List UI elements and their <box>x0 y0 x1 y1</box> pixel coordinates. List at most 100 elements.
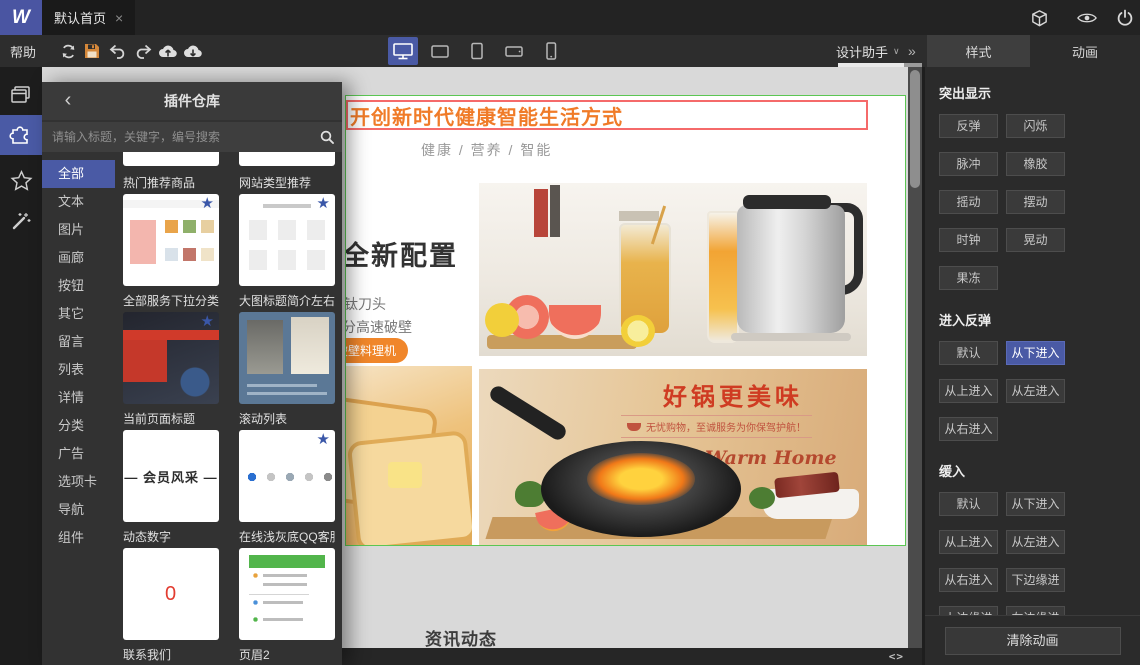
publish-cube-icon[interactable] <box>1028 8 1050 28</box>
plugin-card-thumb[interactable]: — 会员风采 — <box>123 430 219 522</box>
help-menu[interactable]: 帮助 <box>10 35 36 67</box>
animation-option-button[interactable]: 默认 <box>939 341 998 365</box>
animation-option-button[interactable]: 反弹 <box>939 114 998 138</box>
wok-banner-image[interactable]: 好锅更美味 无忧购物，至诚服务为你保驾护航！ Warm Home <box>479 369 867 545</box>
animation-option-button[interactable]: 默认 <box>939 492 998 516</box>
save-icon[interactable] <box>82 41 102 61</box>
tab-style[interactable]: 样式 <box>927 35 1030 67</box>
product-heading-text[interactable]: 全新配置 <box>346 234 458 273</box>
category-item[interactable]: 组件 <box>42 524 115 552</box>
tab-animation[interactable]: 动画 <box>1030 35 1140 67</box>
animation-option-button[interactable]: 摇动 <box>939 190 998 214</box>
animation-option-button[interactable]: 从上进入 <box>939 379 998 403</box>
favorite-star-icon[interactable]: ★ <box>201 314 214 329</box>
animation-option-button[interactable]: 晃动 <box>1006 228 1065 252</box>
plugin-card-thumb[interactable]: ★ <box>239 194 335 286</box>
device-tablet-portrait-button[interactable] <box>462 37 492 65</box>
cloud-upload-icon[interactable] <box>158 41 178 61</box>
page-tab[interactable]: 默认首页 × <box>42 0 136 35</box>
animation-option-button[interactable]: 果冻 <box>939 266 998 290</box>
favorite-star-icon[interactable]: ★ <box>201 196 214 211</box>
category-item[interactable]: 其它 <box>42 300 115 328</box>
category-item[interactable]: 广告 <box>42 440 115 468</box>
favorite-star-icon[interactable]: ★ <box>317 196 330 211</box>
animation-option-button[interactable]: 橡胶 <box>1006 152 1065 176</box>
refresh-icon[interactable] <box>58 41 78 61</box>
scrollbar-thumb[interactable] <box>910 70 920 188</box>
category-item[interactable]: 图片 <box>42 216 115 244</box>
product-feature-line2[interactable]: 分高速破壁 <box>346 317 412 337</box>
animation-option-button[interactable]: 从右进入 <box>939 417 998 441</box>
category-item[interactable]: 导航 <box>42 496 115 524</box>
plugin-card-title: 在线浅灰底QQ客服 <box>239 530 335 544</box>
category-item[interactable]: 列表 <box>42 356 115 384</box>
rail-pages-icon[interactable] <box>0 75 42 115</box>
category-item[interactable]: 全部 <box>42 160 115 188</box>
banner-tagline-text: 无忧购物，至诚服务为你保驾护航！ <box>646 423 806 434</box>
product-feature-line1[interactable]: 钛刀头 <box>346 294 386 314</box>
category-item[interactable]: 画廊 <box>42 244 115 272</box>
plugin-card-partial[interactable] <box>123 152 219 166</box>
undo-icon[interactable] <box>108 41 128 61</box>
app-window: W 默认首页 × 帮助 设计助手 ∨ » 样式 动画 开创新时代健康智能生活方式… <box>0 0 1140 665</box>
animation-option-button[interactable]: 从左进入 <box>1006 379 1065 403</box>
device-phone-portrait-button[interactable] <box>536 37 566 65</box>
animation-option-button[interactable]: 从下进入 <box>1006 341 1065 365</box>
animation-option-button[interactable]: 从下进入 <box>1006 492 1065 516</box>
favorite-star-icon[interactable]: ★ <box>317 432 330 447</box>
plugin-search-input[interactable] <box>42 122 312 152</box>
plugin-card-thumb[interactable]: ★ <box>123 194 219 286</box>
animation-option-button[interactable]: 从右进入 <box>939 568 998 592</box>
plugin-card-thumb[interactable]: 0 <box>123 548 219 640</box>
animation-option-button[interactable]: 从左进入 <box>1006 530 1065 554</box>
category-item[interactable]: 详情 <box>42 384 115 412</box>
tab-close-icon[interactable]: × <box>115 10 123 26</box>
preview-eye-icon[interactable] <box>1076 8 1098 28</box>
search-icon[interactable] <box>312 130 342 144</box>
rail-favorites-icon[interactable] <box>0 161 42 201</box>
kettle-product-image[interactable] <box>479 183 867 356</box>
code-view-icon[interactable]: <> <box>889 650 904 663</box>
animation-option-button[interactable]: 脉冲 <box>939 152 998 176</box>
redo-icon[interactable] <box>133 41 153 61</box>
chevron-down-icon: ∨ <box>893 45 900 56</box>
rail-magic-wand-icon[interactable] <box>0 201 42 241</box>
canvas-vertical-scrollbar[interactable] <box>908 67 922 648</box>
plugin-card-title: 动态数字 <box>123 530 172 544</box>
animation-option-button[interactable]: 闪烁 <box>1006 114 1065 138</box>
clear-animation-button[interactable]: 清除动画 <box>944 626 1121 655</box>
top-bar: W 默认首页 × <box>0 0 1140 35</box>
news-section-heading[interactable]: 资讯动态 <box>425 625 497 648</box>
app-logo[interactable]: W <box>0 0 42 35</box>
plugin-card: 在线浅灰底QQ客服 <box>239 530 335 648</box>
device-tablet-landscape-button[interactable] <box>425 37 455 65</box>
category-item[interactable]: 按钮 <box>42 272 115 300</box>
device-desktop-button[interactable] <box>388 37 418 65</box>
hero-section-selected[interactable]: 开创新时代健康智能生活方式 健康 / 营养 / 智能 全新配置 钛刀头 分高速破… <box>345 95 906 546</box>
plugin-card-thumb[interactable] <box>239 312 335 404</box>
plugin-card-thumb[interactable]: ★ <box>123 312 219 404</box>
cloud-download-icon[interactable] <box>183 41 203 61</box>
plugin-card-partial[interactable] <box>239 152 335 166</box>
hero-subtitle-text[interactable]: 健康 / 营养 / 智能 <box>421 140 552 160</box>
category-item[interactable]: 分类 <box>42 412 115 440</box>
power-icon[interactable] <box>1114 8 1136 28</box>
banner-tagline: 无忧购物，至诚服务为你保驾护航！ <box>621 415 812 438</box>
animation-option-button[interactable]: 时钟 <box>939 228 998 252</box>
product-tag-button[interactable]: 热破壁料理机 <box>346 338 409 363</box>
category-item[interactable]: 留言 <box>42 328 115 356</box>
animation-option-button[interactable]: 摆动 <box>1006 190 1065 214</box>
plugin-card-thumb[interactable]: ★ <box>239 430 335 522</box>
plugin-card-thumb[interactable] <box>239 548 335 640</box>
hero-title-element[interactable]: 开创新时代健康智能生活方式 <box>346 100 868 130</box>
toast-image[interactable] <box>346 366 472 545</box>
animation-option-button[interactable]: 从上进入 <box>939 530 998 554</box>
device-phone-landscape-button[interactable] <box>499 37 529 65</box>
decor-book <box>550 185 560 237</box>
plugin-card-title: 当前页面标题 <box>123 412 196 426</box>
category-item[interactable]: 选项卡 <box>42 468 115 496</box>
animation-option-button[interactable]: 下边缘进 <box>1006 568 1065 592</box>
rail-plugins-icon[interactable] <box>0 115 42 155</box>
back-chevron-icon[interactable]: ‹ <box>58 90 78 112</box>
category-item[interactable]: 文本 <box>42 188 115 216</box>
